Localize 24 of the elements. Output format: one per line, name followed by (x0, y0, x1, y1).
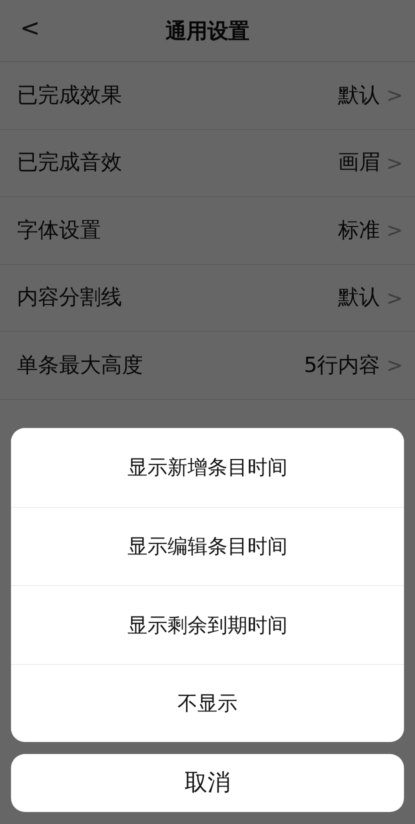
settings-row[interactable]: 字体设置 标准 > (0, 197, 415, 264)
setting-value: 标准 (338, 216, 380, 244)
chevron-icon: > (386, 80, 403, 110)
setting-value: 画眉 (338, 149, 380, 176)
chevron-icon: > (386, 282, 403, 313)
setting-label: 单条最大高度 (17, 352, 143, 378)
back-button[interactable]: < (16, 14, 44, 43)
settings-row[interactable]: 已完成音效 画眉 > (0, 130, 415, 197)
sheet-option[interactable]: 不显示 (11, 664, 404, 742)
chevron-icon: > (386, 350, 403, 380)
cancel-button[interactable]: 取消 (11, 754, 404, 812)
page-title: 通用设置 (166, 19, 250, 43)
setting-value: 5行内容 (304, 352, 380, 378)
setting-label: 已完成音效 (17, 149, 122, 176)
setting-label: 已完成效果 (17, 82, 122, 108)
setting-label: 内容分割线 (17, 284, 122, 311)
settings-row[interactable]: 单条最大高度 5行内容 > (0, 332, 415, 400)
settings-row[interactable]: 内容分割线 默认 > (0, 264, 415, 332)
settings-row[interactable]: 已完成效果 默认 > (0, 62, 415, 130)
setting-value: 默认 (338, 284, 380, 311)
setting-label: 字体设置 (17, 216, 101, 244)
chevron-icon: > (386, 215, 403, 246)
chevron-icon: > (386, 148, 403, 178)
setting-value: 默认 (338, 82, 380, 108)
